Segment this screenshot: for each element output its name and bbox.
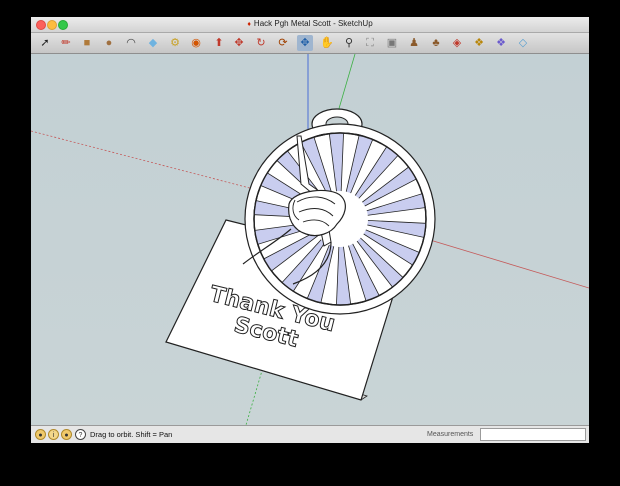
eraser-tool-icon[interactable]: ◆	[145, 35, 161, 51]
previous-view-tool-icon[interactable]: ▣	[384, 35, 400, 51]
move-tool-icon[interactable]: ✥	[231, 35, 247, 51]
zoom-extents-tool-icon[interactable]: ⛶	[362, 35, 378, 51]
title-bar[interactable]: ♦ Hack Pgh Metal Scott - SketchUp	[31, 17, 589, 33]
warehouse-tool-icon[interactable]: ◈	[449, 35, 465, 51]
status-hint: Drag to orbit. Shift = Pan	[90, 430, 173, 439]
status-bar: ● i ● ? Drag to orbit. Shift = Pan Measu…	[31, 425, 589, 443]
sketchup-icon: ♦	[247, 21, 251, 28]
orbit-tool-icon[interactable]: ✥	[297, 35, 313, 51]
rotate-tool-icon[interactable]: ↻	[253, 35, 269, 51]
zoom-tool-icon[interactable]: ⚲	[341, 35, 357, 51]
position-camera-tool-icon[interactable]: ♟	[406, 35, 422, 51]
window-title: Hack Pgh Metal Scott - SketchUp	[253, 19, 373, 28]
model-canvas[interactable]: Thank You Scott	[31, 54, 589, 425]
tape-measure-tool-icon[interactable]: ⚙	[167, 35, 183, 51]
select-tool-icon[interactable]: ➚	[37, 35, 53, 51]
arc-tool-icon[interactable]: ◠	[123, 35, 139, 51]
pencil-tool-icon[interactable]: ✏	[58, 35, 74, 51]
help-icon[interactable]: ?	[75, 429, 86, 440]
main-toolbar: ➚ ✏ ■ ● ◠ ◆ ⚙ ◉ ⬆ ✥ ↻ ⟳ ✥ ✋ ⚲ ⛶ ▣ ♟ ♣ ◈ ❖ ❖ ◇	[31, 33, 589, 54]
paint-bucket-tool-icon[interactable]: ◉	[188, 35, 204, 51]
components-tool-icon[interactable]: ❖	[493, 35, 509, 51]
extension-tool-icon[interactable]: ◇	[515, 35, 531, 51]
walk-tool-icon[interactable]: ♣	[428, 35, 444, 51]
model-viewport[interactable]: Thank You Scott	[31, 54, 589, 425]
credits-icon[interactable]: i	[48, 429, 59, 440]
share-model-tool-icon[interactable]: ❖	[471, 35, 487, 51]
sketchup-window: ♦ Hack Pgh Metal Scott - SketchUp ➚ ✏ ■ ● ◠ ◆ ⚙…	[31, 17, 589, 443]
pan-tool-icon[interactable]: ✋	[319, 35, 335, 51]
geo-location-icon[interactable]: ●	[35, 429, 46, 440]
rectangle-tool-icon[interactable]: ■	[79, 35, 95, 51]
push-pull-tool-icon[interactable]: ⬆	[211, 35, 227, 51]
measurements-label: Measurements	[427, 431, 474, 438]
user-icon[interactable]: ●	[61, 429, 72, 440]
measurements-field[interactable]	[480, 428, 586, 441]
offset-tool-icon[interactable]: ⟳	[275, 35, 291, 51]
circle-tool-icon[interactable]: ●	[101, 35, 117, 51]
